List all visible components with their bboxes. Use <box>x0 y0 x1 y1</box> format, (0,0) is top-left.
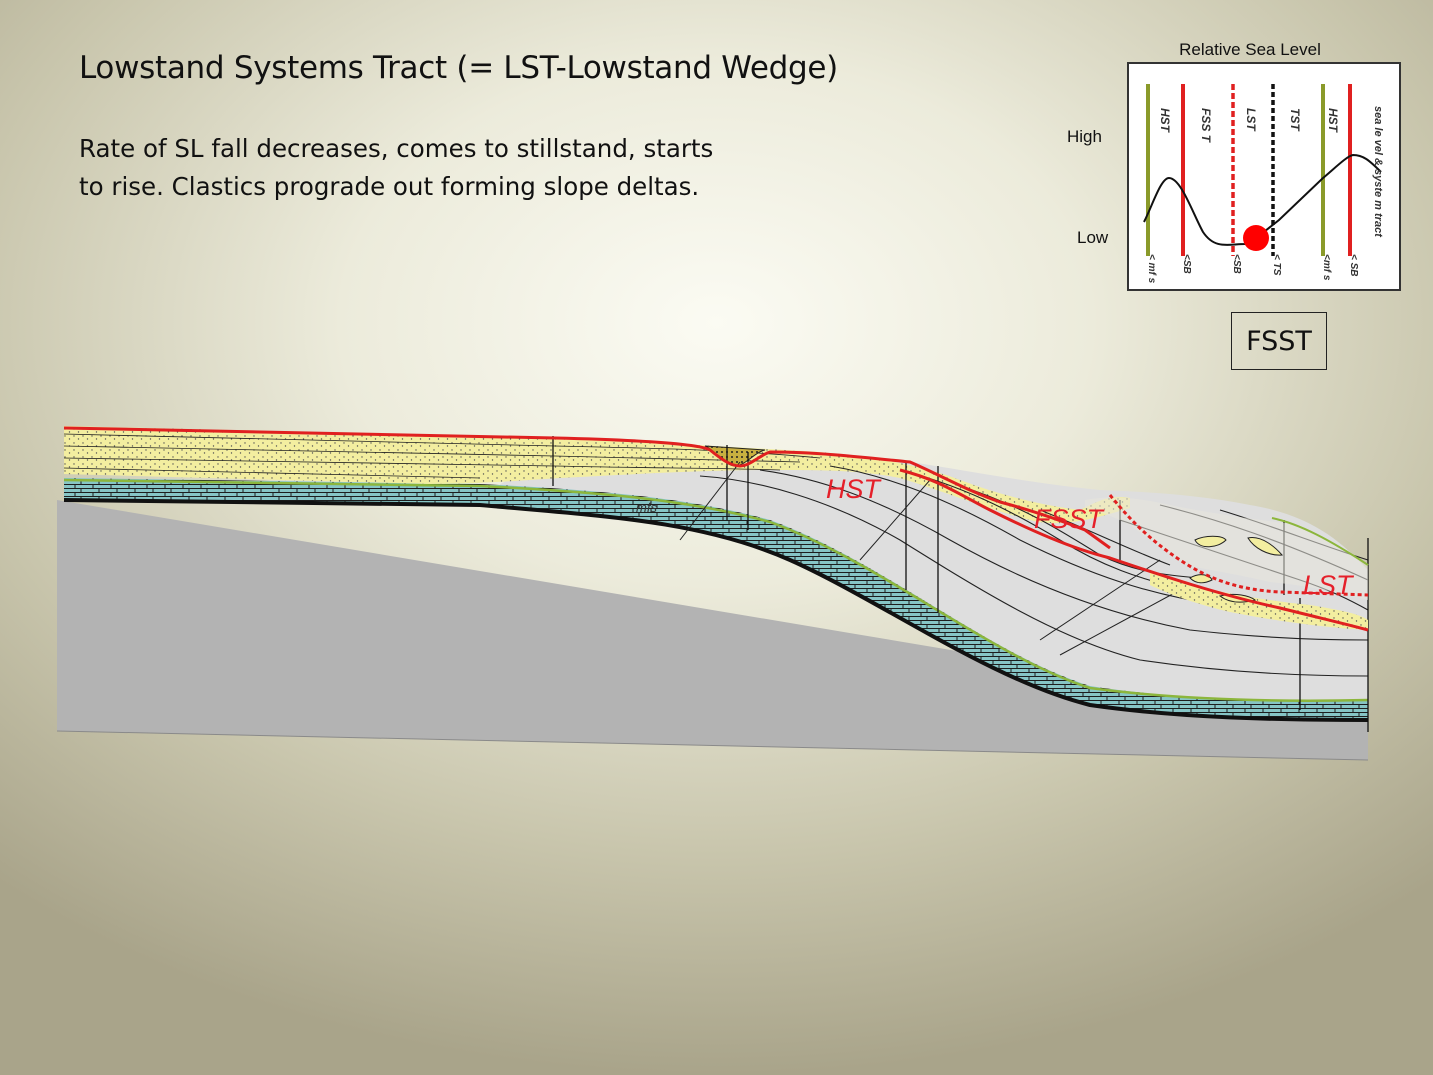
surface-label-mfs-2: <mf s <box>1321 254 1332 281</box>
column-label-lst: LST <box>1244 108 1258 132</box>
hst-label: HST <box>826 474 883 504</box>
fsst-label: FSST <box>1034 504 1106 534</box>
column-label-hst-2: HST <box>1326 108 1340 134</box>
slide-title: Lowstand Systems Tract (= LST-Lowstand W… <box>79 50 838 86</box>
chart-side-label: sea le vel & syste m tract <box>1372 106 1384 238</box>
surface-label-sb-2: <SB <box>1231 254 1242 274</box>
slide-body-text: Rate of SL fall decreases, comes to stil… <box>79 130 779 206</box>
body-line-2: to rise. Clastics prograde out forming s… <box>79 172 700 201</box>
mfs-label: mfs <box>636 500 657 515</box>
lst-label: LST <box>1303 570 1355 600</box>
column-label-hst-1: HST <box>1158 108 1172 134</box>
surface-label-ts: < TS <box>1271 254 1282 276</box>
column-label-tst: TST <box>1288 108 1302 132</box>
low-label: Low <box>1077 228 1109 247</box>
sea-level-chart-title: Relative Sea Level <box>1179 40 1321 59</box>
stratigraphic-cross-section: HST FSST LST mfs <box>56 426 1369 761</box>
current-stage-marker <box>1243 225 1269 251</box>
stage-badge: FSST <box>1231 312 1327 370</box>
column-label-fsst: FSS T <box>1199 108 1213 144</box>
high-label: High <box>1067 127 1102 146</box>
surface-label-sb-1: <SB <box>1181 254 1192 274</box>
body-line-1: Rate of SL fall decreases, comes to stil… <box>79 134 714 163</box>
sea-level-chart: HST FSS T LST TST HST sea le vel & syste… <box>1127 62 1401 291</box>
surface-label-mfs-1: < mf s <box>1146 254 1157 284</box>
surface-label-sb-3: < SB <box>1348 254 1359 277</box>
